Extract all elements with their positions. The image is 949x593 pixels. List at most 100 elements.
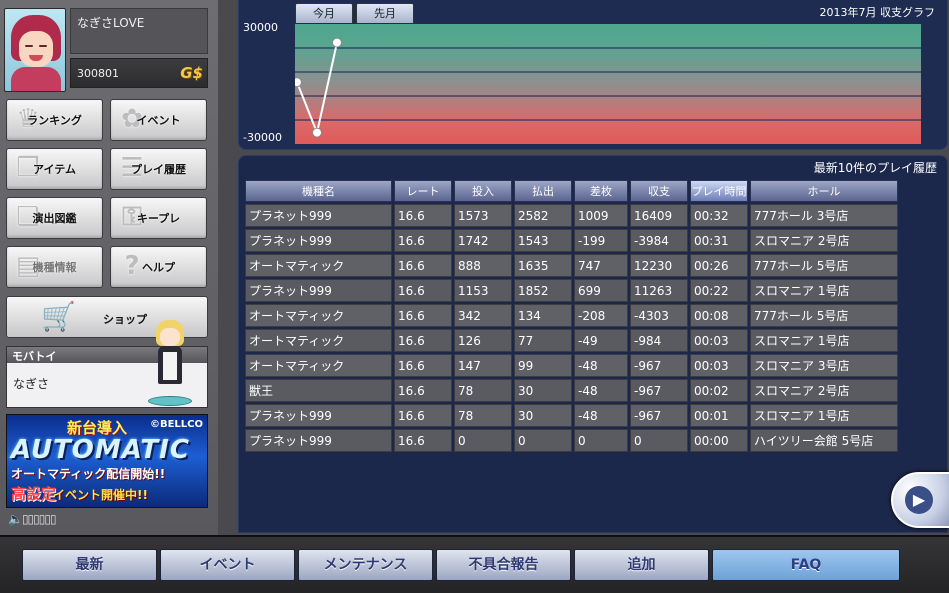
menu-maintenance[interactable]: メンテナンス [298, 549, 433, 581]
table-cell: 30 [514, 404, 572, 427]
table-row[interactable]: プラネット999 16.6 1153 1852 699 11263 00:22 スロマニア 1… [245, 279, 898, 302]
balance-graph-panel: 今月 先月 2013年7月 収支グラフ 30000 -30000 [238, 0, 948, 150]
history-title: 最新10件のプレイ履歴 [813, 161, 937, 175]
table-cell: -48 [574, 404, 628, 427]
automatic-banner[interactable]: 新台導入 ©BELLCO AUTOMATIC オートマティック配信開始!! 高設… [6, 414, 208, 508]
table-cell: プラネット999 [245, 204, 392, 227]
table-cell: 777ホール 3号店 [750, 204, 898, 227]
table-cell: オートマティック [245, 329, 392, 352]
banner-high-setting: 高設定 [11, 485, 57, 503]
item-button[interactable]: ❒ アイテム [6, 148, 103, 190]
table-cell: プラネット999 [245, 404, 392, 427]
history-table: 機種名 レート 投入 払出 差枚 収支 プレイ時間 ホール プラネット999 16… [243, 178, 900, 454]
ranking-label: ランキング [27, 114, 82, 127]
avatar[interactable] [4, 8, 66, 92]
next-page-button[interactable]: ▶ [891, 472, 949, 528]
table-cell: 00:02 [690, 379, 748, 402]
table-cell: オートマティック [245, 304, 392, 327]
table-row[interactable]: プラネット999 16.6 1742 1543 -199 -3984 00:31 スロマニア … [245, 229, 898, 252]
table-cell: 888 [454, 254, 512, 277]
table-cell: 30 [514, 379, 572, 402]
col-hall: ホール [750, 180, 898, 202]
col-out: 払出 [514, 180, 572, 202]
table-cell: -49 [574, 329, 628, 352]
points-value: 300801 [77, 67, 119, 80]
table-cell: -984 [630, 329, 688, 352]
event-button[interactable]: ✿ イベント [110, 99, 207, 141]
table-cell: 99 [514, 354, 572, 377]
menu-faq[interactable]: FAQ [712, 549, 900, 581]
table-cell: 1742 [454, 229, 512, 252]
ranking-button[interactable]: ♛ ランキング [6, 99, 103, 141]
y-axis-min: -30000 [243, 131, 282, 144]
keep-play-label: キープレ [136, 212, 181, 225]
effects-gallery-button[interactable]: ❏ 演出図鑑 [6, 197, 103, 239]
maid-character[interactable] [148, 316, 192, 410]
table-cell: 獣王 [245, 379, 392, 402]
table-cell: プラネット999 [245, 279, 392, 302]
table-cell: -4303 [630, 304, 688, 327]
speaker-icon: 🔈 [8, 512, 23, 526]
graph-title: 2013年7月 収支グラフ [819, 6, 936, 19]
y-axis-max: 30000 [243, 21, 278, 34]
points-display: 300801 G$ [70, 58, 208, 88]
table-cell: 00:03 [690, 354, 748, 377]
table-cell: 1543 [514, 229, 572, 252]
graph-plot-area [295, 24, 921, 144]
table-row[interactable]: プラネット999 16.6 78 30 -48 -967 00:01 スロマニア 1号店 [245, 404, 898, 427]
main-area: 今月 先月 2013年7月 収支グラフ 30000 -30000 最新10件のプ… [218, 0, 949, 535]
table-cell: -3984 [630, 229, 688, 252]
table-cell: 16.6 [394, 329, 452, 352]
shop-label: ショップ [103, 313, 147, 326]
table-row[interactable]: オートマティック 16.6 342 134 -208 -4303 00:08 777ホール 5… [245, 304, 898, 327]
table-cell: 00:00 [690, 429, 748, 452]
table-cell: スロマニア 3号店 [750, 354, 898, 377]
username: なぎさLOVE [70, 8, 208, 54]
help-label: ヘルプ [142, 261, 175, 274]
col-play-time[interactable]: プレイ時間 [690, 180, 748, 202]
data-point [332, 37, 342, 48]
data-point [295, 77, 302, 88]
table-cell: 12230 [630, 254, 688, 277]
banner-event: イベント開催中!! [53, 488, 148, 502]
help-button[interactable]: ? ヘルプ [110, 246, 207, 288]
menu-add[interactable]: 追加 [574, 549, 709, 581]
menu-bug-report[interactable]: 不具合報告 [436, 549, 571, 581]
table-cell: 777ホール 5号店 [750, 304, 898, 327]
table-cell: 126 [454, 329, 512, 352]
table-cell: オートマティック [245, 254, 392, 277]
event-label: イベント [136, 114, 181, 127]
table-cell: 2582 [514, 204, 572, 227]
volume-control[interactable]: 🔈▯▯▯▯▯▯ [8, 512, 57, 526]
table-cell: 134 [514, 304, 572, 327]
menu-event[interactable]: イベント [160, 549, 295, 581]
menu-latest[interactable]: 最新 [22, 549, 157, 581]
table-row[interactable]: オートマティック 16.6 888 1635 747 12230 00:26 777ホール 5… [245, 254, 898, 277]
table-cell: -967 [630, 379, 688, 402]
table-cell: 16.6 [394, 429, 452, 452]
keep-play-button[interactable]: ⚿ キープレ [110, 197, 207, 239]
table-row[interactable]: オートマティック 16.6 147 99 -48 -967 00:03 スロマニア 3号店 [245, 354, 898, 377]
table-row[interactable]: オートマティック 16.6 126 77 -49 -984 00:03 スロマニア 1号店 [245, 329, 898, 352]
table-cell: 699 [574, 279, 628, 302]
play-history-button[interactable]: ☰ プレイ履歴 [110, 148, 207, 190]
table-cell: 00:01 [690, 404, 748, 427]
col-diff: 差枚 [574, 180, 628, 202]
table-cell: -967 [630, 404, 688, 427]
table-cell: 747 [574, 254, 628, 277]
tab-this-month[interactable]: 今月 [295, 3, 353, 23]
table-cell: 1635 [514, 254, 572, 277]
table-cell: 16.6 [394, 404, 452, 427]
table-cell: スロマニア 2号店 [750, 229, 898, 252]
table-row[interactable]: プラネット999 16.6 0 0 0 0 00:00 ハイツリー会館 5号店 [245, 429, 898, 452]
data-point [312, 127, 322, 138]
table-row[interactable]: 獣王 16.6 78 30 -48 -967 00:02 スロマニア 2号店 [245, 379, 898, 402]
tab-last-month[interactable]: 先月 [356, 3, 414, 23]
table-row[interactable]: プラネット999 16.6 1573 2582 1009 16409 00:32 777ホール… [245, 204, 898, 227]
table-cell: 78 [454, 379, 512, 402]
banner-copyright: ©BELLCO [149, 419, 203, 430]
table-cell: 00:03 [690, 329, 748, 352]
table-cell: 147 [454, 354, 512, 377]
machine-info-button[interactable]: ▤ 機種情報 [6, 246, 103, 288]
table-cell: 1153 [454, 279, 512, 302]
